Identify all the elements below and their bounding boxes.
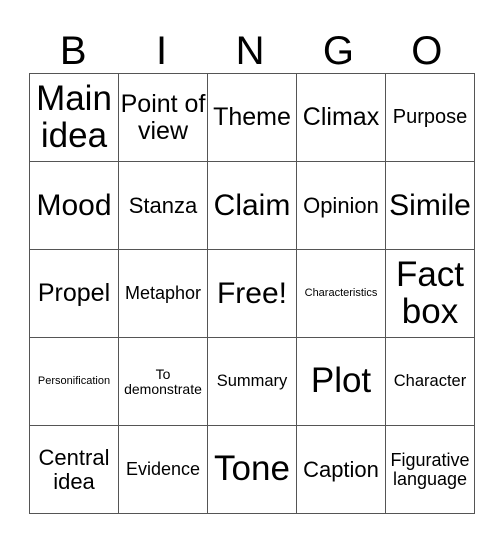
- bingo-cell[interactable]: Point of view: [118, 73, 208, 162]
- bingo-row: Propel Metaphor Free! Characteristics Fa…: [29, 249, 475, 338]
- bingo-row: Central idea Evidence Tone Caption Figur…: [29, 425, 475, 514]
- bingo-cell[interactable]: Climax: [296, 73, 386, 162]
- bingo-card-grid: Main idea Point of view Theme Climax Pur…: [29, 73, 475, 514]
- bingo-cell[interactable]: Metaphor: [118, 249, 208, 338]
- bingo-cell[interactable]: Mood: [29, 161, 119, 250]
- header-letter-n: N: [235, 29, 265, 73]
- bingo-cell[interactable]: Plot: [296, 337, 386, 426]
- bingo-cell[interactable]: Summary: [207, 337, 297, 426]
- header-letter-o: O: [411, 29, 443, 73]
- bingo-row: Main idea Point of view Theme Climax Pur…: [29, 73, 475, 162]
- header-letter-g: G: [322, 29, 354, 73]
- bingo-cell[interactable]: Claim: [207, 161, 297, 250]
- bingo-cell[interactable]: Caption: [296, 425, 386, 514]
- bingo-row: Mood Stanza Claim Opinion Simile: [29, 161, 475, 250]
- bingo-cell[interactable]: Main idea: [29, 73, 119, 162]
- bingo-cell[interactable]: Simile: [385, 161, 475, 250]
- bingo-cell[interactable]: Character: [385, 337, 475, 426]
- header-letter-i: I: [156, 29, 168, 73]
- bingo-cell[interactable]: Theme: [207, 73, 297, 162]
- bingo-cell-free[interactable]: Free!: [207, 249, 297, 338]
- bingo-header: B I N G O: [29, 30, 471, 72]
- bingo-cell[interactable]: Stanza: [118, 161, 208, 250]
- bingo-cell[interactable]: Purpose: [385, 73, 475, 162]
- bingo-cell[interactable]: Tone: [207, 425, 297, 514]
- bingo-cell[interactable]: Characteristics: [296, 249, 386, 338]
- bingo-row: Personification To demonstrate Summary P…: [29, 337, 475, 426]
- bingo-cell[interactable]: Central idea: [29, 425, 119, 514]
- bingo-cell[interactable]: Evidence: [118, 425, 208, 514]
- bingo-cell[interactable]: Propel: [29, 249, 119, 338]
- bingo-cell[interactable]: Fact box: [385, 249, 475, 338]
- bingo-cell[interactable]: To demonstrate: [118, 337, 208, 426]
- bingo-cell[interactable]: Personification: [29, 337, 119, 426]
- bingo-cell[interactable]: Figurative language: [385, 425, 475, 514]
- bingo-cell[interactable]: Opinion: [296, 161, 386, 250]
- header-letter-b: B: [59, 29, 87, 73]
